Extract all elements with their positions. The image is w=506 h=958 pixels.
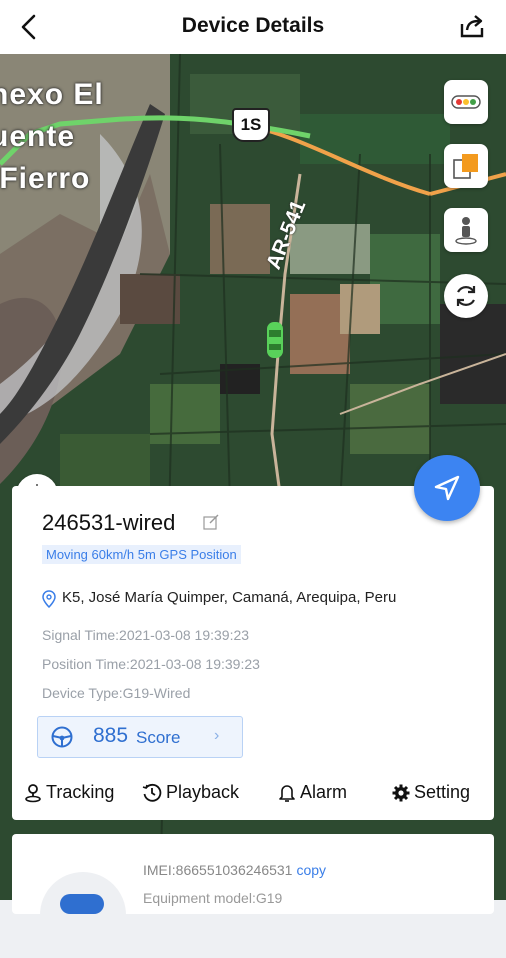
device-address: K5, José María Quimper, Camaná, Arequipa… [62, 589, 397, 606]
chevron-right-icon: › [214, 727, 220, 744]
refresh-icon [456, 286, 476, 306]
person-pin-icon [25, 783, 41, 802]
history-icon [142, 783, 162, 802]
tracking-button[interactable]: Tracking [24, 782, 114, 803]
playback-button[interactable]: Playback [142, 782, 239, 803]
copy-imei-link[interactable]: copy [296, 862, 326, 878]
edit-icon[interactable] [203, 514, 219, 530]
share-icon[interactable] [458, 12, 486, 40]
location-pin-icon [42, 590, 56, 608]
top-app-bar: Device Details [0, 0, 506, 54]
street-view-button[interactable] [444, 208, 488, 252]
status-badge: Moving 60km/h 5m GPS Position [42, 545, 241, 564]
traffic-light-icon [451, 95, 481, 109]
alarm-button[interactable]: Alarm [278, 782, 347, 803]
navigate-button[interactable] [414, 455, 480, 521]
imei-text: IMEI:866551036246531 [143, 862, 293, 878]
device-name: 246531-wired [42, 510, 176, 535]
layers-icon [453, 154, 478, 179]
page-title: Device Details [181, 14, 325, 37]
action-bar: Tracking Playback Alarm Setting [12, 782, 494, 812]
device-info-card: 246531-wired Moving 60km/h 5m GPS Positi… [12, 486, 494, 820]
tracking-label: Tracking [46, 782, 115, 802]
equipment-model: Equipment model:G19 [143, 890, 283, 906]
setting-label: Setting [414, 782, 471, 802]
gear-icon [392, 784, 410, 801]
score-label: Score [136, 728, 181, 747]
device-hardware-card: IMEI:866551036246531 copy Equipment model… [12, 834, 494, 958]
pegman-icon [455, 217, 477, 245]
navigation-arrow-icon [434, 475, 460, 501]
setting-button[interactable]: Setting [392, 782, 470, 803]
alarm-label: Alarm [300, 782, 348, 802]
device-image-icon [60, 894, 104, 914]
imei-row: IMEI:866551036246531 copy [143, 862, 326, 878]
steering-wheel-icon [51, 726, 73, 748]
traffic-toggle-button[interactable] [444, 80, 488, 124]
refresh-button[interactable] [444, 274, 488, 318]
playback-label: Playback [166, 782, 240, 802]
route-shield: 1S [232, 108, 270, 142]
bell-icon [279, 784, 295, 802]
score-button[interactable]: 885 Score › [37, 716, 243, 758]
map-place-label: nexo El uente Fierro [0, 78, 104, 195]
map-layer-button[interactable] [444, 144, 488, 188]
signal-time: Signal Time:2021-03-08 19:39:23 [42, 627, 250, 643]
device-type: Device Type:G19-Wired [42, 685, 191, 701]
position-time: Position Time:2021-03-08 19:39:23 [42, 656, 260, 672]
score-value: 885 [93, 724, 129, 747]
device-avatar [40, 872, 126, 958]
